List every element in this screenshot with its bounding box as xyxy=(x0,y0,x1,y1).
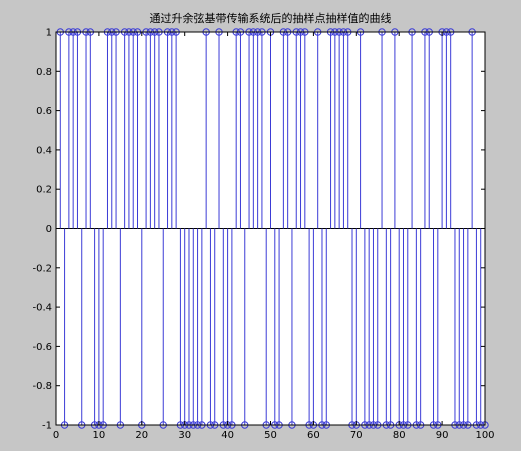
x-tick-label: 50 xyxy=(264,430,277,441)
x-tick-label: 80 xyxy=(393,430,406,441)
x-tick-label: 20 xyxy=(135,430,148,441)
y-tick-label: 0.8 xyxy=(36,67,52,78)
x-tick-label: 90 xyxy=(436,430,449,441)
y-tick-label: -0.4 xyxy=(32,303,52,314)
x-tick-label: 60 xyxy=(307,430,320,441)
y-tick-label: 0.2 xyxy=(36,185,52,196)
x-tick-label: 40 xyxy=(221,430,234,441)
y-tick-label: 0.4 xyxy=(36,145,52,156)
chart-title: 通过升余弦基带传输系统后的抽样点抽样值的曲线 xyxy=(150,11,392,25)
x-tick-label: 10 xyxy=(93,430,106,441)
y-tick-label: 1 xyxy=(46,28,52,39)
x-tick-label: 30 xyxy=(178,430,191,441)
y-tick-label: 0.6 xyxy=(36,106,52,117)
x-tick-label: 70 xyxy=(350,430,363,441)
x-tick-label: 0 xyxy=(53,430,59,441)
y-tick-label: 0 xyxy=(46,224,52,235)
y-tick-label: -0.8 xyxy=(32,381,52,392)
x-tick-label: 100 xyxy=(475,430,494,441)
stem-chart: 0 10 20 30 40 50 60 70 80 90 100 1 0.8 0.6 0.4 0.2 0 -0.2… xyxy=(0,0,521,451)
y-tick-label: -0.6 xyxy=(32,342,52,353)
y-tick-label: -1 xyxy=(42,421,52,432)
y-tick-label: -0.2 xyxy=(32,263,52,274)
